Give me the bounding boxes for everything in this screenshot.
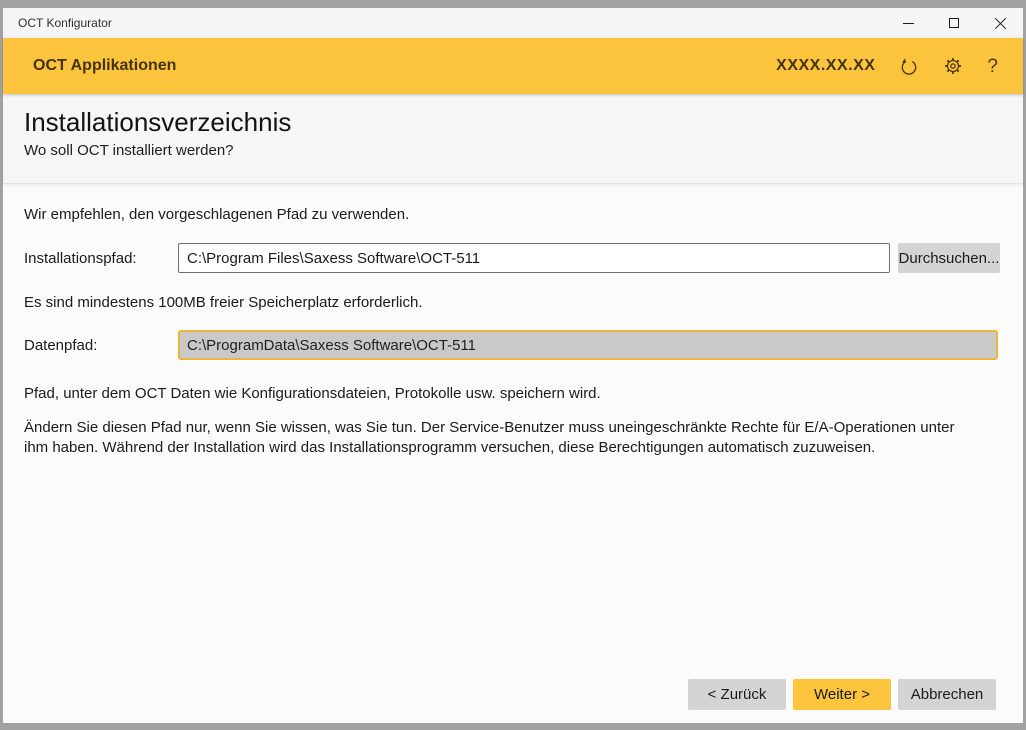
refresh-icon[interactable] xyxy=(899,56,919,77)
main-content: Wir empfehlen, den vorgeschlagenen Pfad … xyxy=(3,184,1023,723)
window-title: OCT Konfigurator xyxy=(3,16,885,30)
settings-gear-icon[interactable] xyxy=(943,56,963,76)
data-path-label: Datenpfad: xyxy=(24,337,178,354)
back-button[interactable]: < Zurück xyxy=(688,679,786,710)
help-icon[interactable]: ? xyxy=(987,57,998,76)
permissions-warning-text: Ändern Sie diesen Pfad nur, wenn Sie wis… xyxy=(24,418,969,458)
maximize-icon xyxy=(949,18,959,28)
recommendation-text: Wir empfehlen, den vorgeschlagenen Pfad … xyxy=(24,205,1002,225)
install-path-input[interactable] xyxy=(178,243,890,273)
cancel-button[interactable]: Abbrechen xyxy=(898,679,996,710)
app-header-actions: XXXX.XX.XX xyxy=(776,56,998,77)
titlebar: OCT Konfigurator xyxy=(3,8,1023,38)
app-header: OCT Applikationen XXXX.XX.XX xyxy=(3,38,1023,94)
browse-button[interactable]: Durchsuchen... xyxy=(898,243,1000,273)
maximize-button[interactable] xyxy=(931,8,977,38)
minimize-icon xyxy=(903,23,914,24)
version-text: XXXX.XX.XX xyxy=(776,57,875,75)
data-path-input[interactable] xyxy=(178,330,998,360)
disk-space-note: Es sind mindestens 100MB freier Speicher… xyxy=(24,293,1002,313)
install-path-row: Installationspfad: Durchsuchen... xyxy=(24,243,1002,273)
minimize-button[interactable] xyxy=(885,8,931,38)
window-controls xyxy=(885,8,1023,38)
page-subtitle: Wo soll OCT installiert werden? xyxy=(24,142,1002,159)
close-button[interactable] xyxy=(977,8,1023,38)
wizard-footer: < Zurück Weiter > Abbrechen xyxy=(24,679,1002,717)
data-path-note: Pfad, unter dem OCT Daten wie Konfigurat… xyxy=(24,384,1002,404)
data-path-row: Datenpfad: xyxy=(24,330,1002,360)
install-path-label: Installationspfad: xyxy=(24,250,178,267)
page-header: Installationsverzeichnis Wo soll OCT ins… xyxy=(3,94,1023,184)
close-icon xyxy=(994,17,1006,29)
app-title: OCT Applikationen xyxy=(33,57,176,75)
next-button[interactable]: Weiter > xyxy=(793,679,891,710)
page-title: Installationsverzeichnis xyxy=(24,107,1002,138)
application-window: OCT Konfigurator OCT Applikationen XXXX.… xyxy=(0,0,1026,730)
